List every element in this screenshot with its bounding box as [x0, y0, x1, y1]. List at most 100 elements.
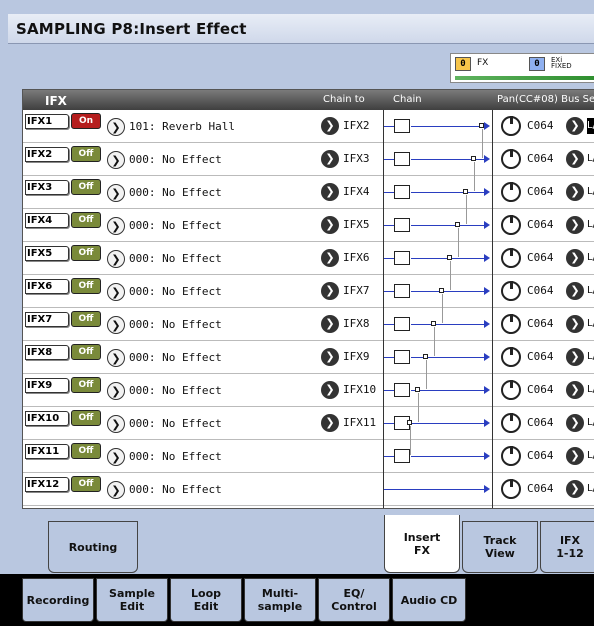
mode-tab-loop-edit[interactable]: Loop Edit [170, 578, 242, 622]
pan-knob-icon[interactable] [501, 248, 521, 268]
effect-type-value[interactable]: 000: No Effect [129, 285, 222, 298]
effect-type-value[interactable]: 000: No Effect [129, 384, 222, 397]
pan-knob-icon[interactable] [501, 281, 521, 301]
chain-to-value[interactable]: IFX9 [343, 350, 370, 363]
chain-to-value[interactable]: IFX3 [343, 152, 370, 165]
pan-value[interactable]: C064 [527, 185, 554, 198]
pan-knob-icon[interactable] [501, 149, 521, 169]
pan-knob-icon[interactable] [501, 479, 521, 499]
effect-select-arrow-icon[interactable]: ❯ [107, 283, 125, 301]
pan-value[interactable]: C064 [527, 482, 554, 495]
chain-to-arrow-icon[interactable]: ❯ [321, 348, 339, 366]
pan-value[interactable]: C064 [527, 119, 554, 132]
bus-select-arrow-icon[interactable]: ❯ [566, 414, 584, 432]
chain-to-value[interactable]: IFX2 [343, 119, 370, 132]
pan-knob-icon[interactable] [501, 314, 521, 334]
tab-routing[interactable]: Routing [48, 521, 138, 573]
bus-select-value[interactable]: L/ [587, 448, 594, 464]
ifx-onoff-button[interactable]: Off [71, 410, 101, 426]
effect-select-arrow-icon[interactable]: ❯ [107, 415, 125, 433]
ifx-onoff-button[interactable]: Off [71, 278, 101, 294]
bus-select-value[interactable]: L/ [587, 415, 594, 431]
effect-type-value[interactable]: 000: No Effect [129, 153, 222, 166]
bus-select-value[interactable]: L/ [587, 316, 594, 332]
effect-type-value[interactable]: 000: No Effect [129, 318, 222, 331]
bus-select-arrow-icon[interactable]: ❯ [566, 216, 584, 234]
bus-select-arrow-icon[interactable]: ❯ [566, 249, 584, 267]
bus-select-arrow-icon[interactable]: ❯ [566, 348, 584, 366]
chain-to-arrow-icon[interactable]: ❯ [321, 282, 339, 300]
chain-to-value[interactable]: IFX7 [343, 284, 370, 297]
effect-select-arrow-icon[interactable]: ❯ [107, 118, 125, 136]
effect-select-arrow-icon[interactable]: ❯ [107, 217, 125, 235]
ifx-onoff-button[interactable]: Off [71, 311, 101, 327]
mode-tab-recording[interactable]: Recording [22, 578, 94, 622]
tab-insert-fx[interactable]: Insert FX [384, 515, 460, 573]
chain-to-arrow-icon[interactable]: ❯ [321, 315, 339, 333]
mode-tab-sample-edit[interactable]: Sample Edit [96, 578, 168, 622]
ifx-onoff-button[interactable]: Off [71, 476, 101, 492]
pan-value[interactable]: C064 [527, 350, 554, 363]
chain-to-arrow-icon[interactable]: ❯ [321, 216, 339, 234]
effect-select-arrow-icon[interactable]: ❯ [107, 448, 125, 466]
mode-tab-multisample[interactable]: Multi- sample [244, 578, 316, 622]
chain-to-value[interactable]: IFX5 [343, 218, 370, 231]
bus-select-value[interactable]: L/ [587, 382, 594, 398]
effect-type-value[interactable]: 000: No Effect [129, 219, 222, 232]
ifx-onoff-button[interactable]: Off [71, 377, 101, 393]
bus-select-value[interactable]: L/ [587, 151, 594, 167]
effect-type-value[interactable]: 000: No Effect [129, 483, 222, 496]
pan-value[interactable]: C064 [527, 449, 554, 462]
chain-to-value[interactable]: IFX4 [343, 185, 370, 198]
tab-ifx-1-12[interactable]: IFX 1-12 [540, 521, 594, 573]
mode-tab-eq-control[interactable]: EQ/ Control [318, 578, 390, 622]
chain-to-arrow-icon[interactable]: ❯ [321, 150, 339, 168]
ifx-onoff-button[interactable]: Off [71, 212, 101, 228]
pan-value[interactable]: C064 [527, 416, 554, 429]
effect-type-value[interactable]: 000: No Effect [129, 450, 222, 463]
chain-to-arrow-icon[interactable]: ❯ [321, 414, 339, 432]
effect-select-arrow-icon[interactable]: ❯ [107, 382, 125, 400]
bus-select-arrow-icon[interactable]: ❯ [566, 480, 584, 498]
bus-select-value[interactable]: L/ [587, 283, 594, 299]
ifx-onoff-button[interactable]: On [71, 113, 101, 129]
pan-knob-icon[interactable] [501, 380, 521, 400]
ifx-onoff-button[interactable]: Off [71, 245, 101, 261]
pan-value[interactable]: C064 [527, 317, 554, 330]
effect-select-arrow-icon[interactable]: ❯ [107, 316, 125, 334]
bus-select-arrow-icon[interactable]: ❯ [566, 447, 584, 465]
bus-select-value[interactable]: L/ [587, 118, 594, 134]
ifx-onoff-button[interactable]: Off [71, 443, 101, 459]
effect-select-arrow-icon[interactable]: ❯ [107, 151, 125, 169]
pan-value[interactable]: C064 [527, 251, 554, 264]
ifx-onoff-button[interactable]: Off [71, 344, 101, 360]
bus-select-arrow-icon[interactable]: ❯ [566, 150, 584, 168]
bus-select-arrow-icon[interactable]: ❯ [566, 381, 584, 399]
bus-select-value[interactable]: L/ [587, 250, 594, 266]
pan-value[interactable]: C064 [527, 284, 554, 297]
bus-select-arrow-icon[interactable]: ❯ [566, 315, 584, 333]
effect-type-value[interactable]: 101: Reverb Hall [129, 120, 235, 133]
bus-select-value[interactable]: L/ [587, 217, 594, 233]
effect-select-arrow-icon[interactable]: ❯ [107, 184, 125, 202]
chain-to-arrow-icon[interactable]: ❯ [321, 117, 339, 135]
effect-select-arrow-icon[interactable]: ❯ [107, 481, 125, 499]
chain-to-arrow-icon[interactable]: ❯ [321, 381, 339, 399]
chain-to-value[interactable]: IFX10 [343, 383, 376, 396]
bus-select-arrow-icon[interactable]: ❯ [566, 183, 584, 201]
tab-track-view[interactable]: Track View [462, 521, 538, 573]
bus-select-arrow-icon[interactable]: ❯ [566, 117, 584, 135]
effect-select-arrow-icon[interactable]: ❯ [107, 349, 125, 367]
bus-select-value[interactable]: L/ [587, 349, 594, 365]
ifx-onoff-button[interactable]: Off [71, 146, 101, 162]
ifx-onoff-button[interactable]: Off [71, 179, 101, 195]
pan-knob-icon[interactable] [501, 116, 521, 136]
chain-to-arrow-icon[interactable]: ❯ [321, 249, 339, 267]
pan-value[interactable]: C064 [527, 383, 554, 396]
mode-tab-audio-cd[interactable]: Audio CD [392, 578, 466, 622]
pan-knob-icon[interactable] [501, 413, 521, 433]
bus-select-value[interactable]: L/ [587, 481, 594, 497]
effect-type-value[interactable]: 000: No Effect [129, 351, 222, 364]
effect-type-value[interactable]: 000: No Effect [129, 252, 222, 265]
chain-to-value[interactable]: IFX11 [343, 416, 376, 429]
